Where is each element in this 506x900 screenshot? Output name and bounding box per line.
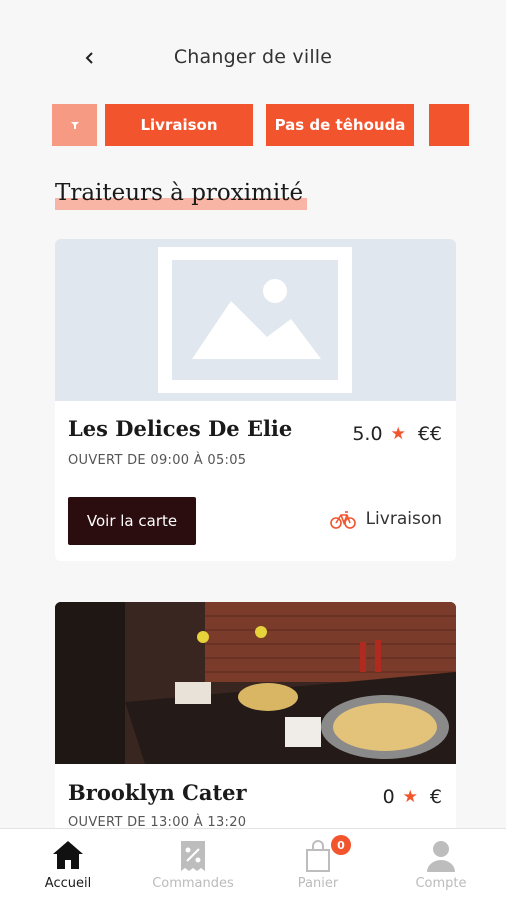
nav-label-home: Accueil [44, 876, 92, 891]
restaurant-name: Brooklyn Cater [68, 780, 247, 805]
nav-item-home[interactable]: Accueil [5, 829, 131, 900]
cart-count-badge: 0 [331, 835, 351, 855]
shopping-bag-icon [306, 840, 330, 872]
delivery-info: Livraison [329, 509, 442, 529]
rating-value: 0 [382, 786, 395, 808]
bicycle-icon [329, 511, 356, 529]
price-level: € [429, 786, 442, 808]
rating-value: 5.0 [352, 423, 383, 445]
nav-item-orders[interactable]: Commandes [130, 829, 256, 900]
star-icon: ★ [402, 787, 418, 807]
restaurant-card[interactable]: Brooklyn Cater OUVERT DE 13:00 À 13:20 0… [55, 602, 456, 842]
opening-hours: OUVERT DE 09:00 À 05:05 [68, 453, 247, 468]
view-menu-button[interactable]: Voir la carte [68, 497, 196, 545]
rating-price: 0 ★ € [383, 786, 442, 808]
restaurant-card[interactable]: Les Delices De Elie OUVERT DE 09:00 À 05… [55, 239, 456, 561]
nav-label-orders: Commandes [152, 876, 234, 891]
nav-item-cart[interactable]: 0 Panier [255, 829, 381, 900]
filter-button[interactable] [52, 104, 97, 146]
filter-bar: Livraison Pas de têhouda [52, 104, 506, 146]
receipt-icon [181, 841, 205, 871]
filter-chip-pas-de-tehouda[interactable]: Pas de têhouda [266, 104, 414, 146]
star-icon: ★ [390, 424, 406, 444]
nav-label-account: Compte [415, 876, 467, 891]
user-icon [427, 841, 455, 872]
nav-label-cart: Panier [297, 876, 339, 891]
filter-icon [70, 122, 79, 129]
top-bar: Changer de ville [0, 0, 506, 100]
home-icon [53, 841, 83, 869]
nav-item-account[interactable]: Compte [378, 829, 504, 900]
filter-chip-livraison[interactable]: Livraison [105, 104, 253, 146]
change-city-link[interactable]: Changer de ville [0, 46, 506, 68]
section-title: Traiteurs à proximité [55, 180, 304, 206]
bottom-navigation: Accueil Commandes 0 Panier Compte [0, 828, 506, 900]
delivery-label: Livraison [365, 509, 442, 529]
filter-chip-more[interactable] [429, 104, 469, 146]
restaurant-name: Les Delices De Elie [68, 416, 293, 441]
image-placeholder-icon [55, 239, 456, 401]
rating-price: 5.0 ★ €€ [352, 423, 442, 445]
restaurant-photo [55, 602, 456, 764]
price-level: €€ [417, 423, 442, 445]
